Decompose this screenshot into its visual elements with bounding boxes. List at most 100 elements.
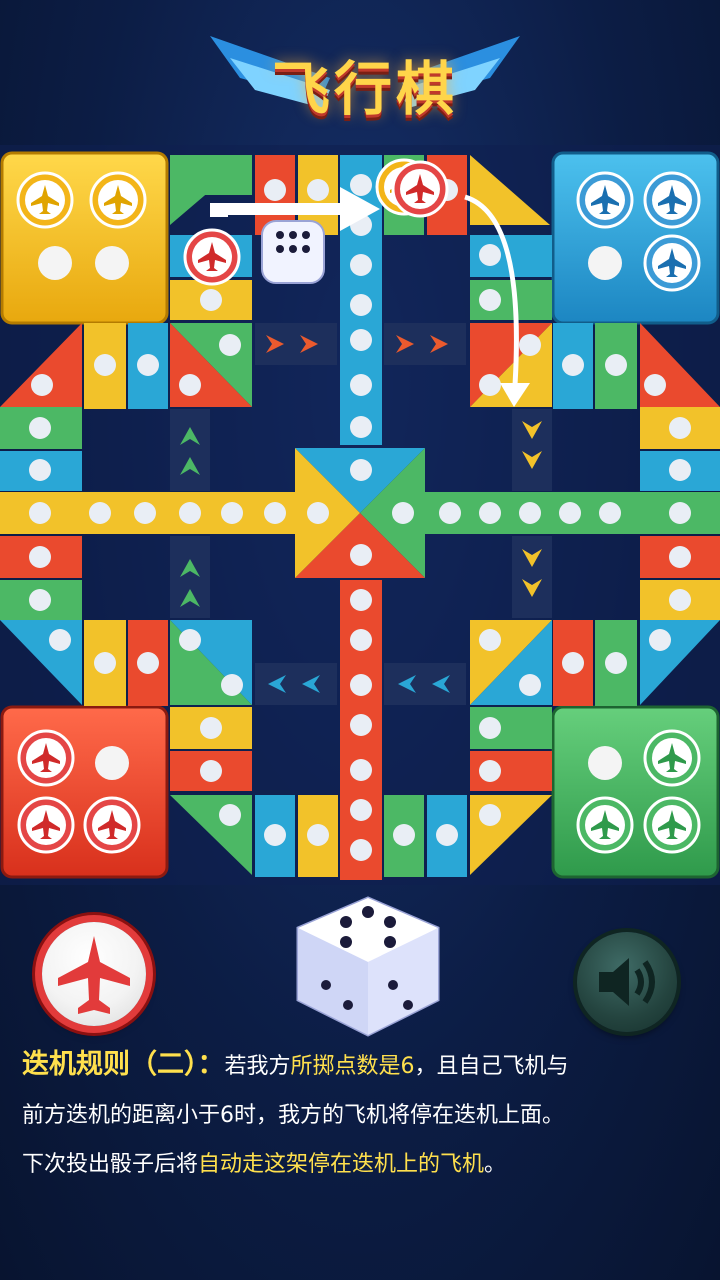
empty-home-slot	[588, 746, 622, 780]
rules-highlight: 所掷点数是6	[290, 1054, 415, 1079]
board-cell-dot	[479, 244, 501, 266]
board-cell-dot	[562, 652, 584, 674]
rules-text-part: 若我方	[224, 1054, 291, 1079]
board-cell-dot	[307, 824, 329, 846]
game-title: 飞行棋	[271, 55, 458, 123]
lane-arrow	[522, 549, 542, 567]
board-cell-dot	[31, 374, 53, 396]
lane-arrow	[398, 675, 416, 693]
sound-toggle-button[interactable]	[577, 932, 677, 1032]
board-cell-dot	[264, 824, 286, 846]
plane-select-button[interactable]	[42, 922, 146, 1026]
speaker-icon	[599, 958, 655, 1006]
board-cell-dot	[179, 374, 201, 396]
dice-pip	[289, 231, 297, 239]
board-cell-dot	[519, 502, 541, 524]
board-cell-dot	[200, 717, 222, 739]
board-cell-dot	[350, 294, 372, 316]
rules-line-3: 下次投出骰子后将自动走这架停在迭机上的飞机。	[22, 1140, 712, 1189]
lane-arrow	[266, 335, 284, 353]
board-cell-dot	[350, 374, 372, 396]
empty-home-slot	[38, 246, 72, 280]
board-cell-dot	[29, 546, 51, 568]
board-cell-dot	[649, 629, 671, 651]
board-cell-dot	[519, 334, 541, 356]
board-pieces	[16, 158, 701, 861]
game-logo: 飞行棋	[210, 28, 520, 128]
dice-icon	[296, 896, 440, 1037]
lane-arrow	[180, 427, 200, 445]
board-cell-dot	[669, 502, 691, 524]
rules-text-part: ，且自己飞机与	[414, 1054, 569, 1079]
board-cell-dot	[134, 502, 156, 524]
board-cell-dot	[479, 289, 501, 311]
board-cell-dot	[599, 502, 621, 524]
board-cell-dot	[669, 417, 691, 439]
board-cell-dot	[350, 674, 372, 696]
board-cell-dot	[219, 804, 241, 826]
guide-arrow-head	[500, 383, 530, 407]
lane-arrow	[522, 451, 542, 469]
board-cell-dot	[350, 589, 372, 611]
rules-highlight: 自动走这架停在迭机上的飞机	[198, 1152, 485, 1177]
board-cell-dot	[307, 502, 329, 524]
dice-pip	[276, 245, 284, 253]
board-cell-dot	[559, 502, 581, 524]
board-cell-dot	[350, 799, 372, 821]
board-cell-dot	[350, 759, 372, 781]
board-cell-dot	[479, 717, 501, 739]
board-cell-dot	[29, 417, 51, 439]
rules-text-part: 下次投出骰子后将	[22, 1152, 199, 1177]
dice-pip	[302, 245, 310, 253]
board-cell-dot	[605, 652, 627, 674]
board-cell-dot	[89, 502, 111, 524]
lane-arrow	[300, 335, 318, 353]
lane-arrow	[180, 589, 200, 607]
board-cell-dot	[350, 254, 372, 276]
lane-arrow	[430, 335, 448, 353]
board-cell-dot	[644, 374, 666, 396]
board-cell-dot	[307, 179, 329, 201]
board-cell-dot	[350, 629, 372, 651]
board-cell-dot	[350, 174, 372, 196]
board-cell-dot	[479, 374, 501, 396]
lane-arrow	[522, 421, 542, 439]
board-cell-dot	[264, 502, 286, 524]
board-cell-dot	[350, 839, 372, 861]
board-cell-dot	[264, 179, 286, 201]
lane-arrow	[268, 675, 286, 693]
board-cell-dot	[350, 416, 372, 438]
board-cell-dot	[94, 354, 116, 376]
rules-line-1: 迭机规则（二）：若我方所掷点数是6，且自己飞机与	[22, 1040, 712, 1091]
rules-line-2: 前方迭机的距离小于6时，我方的飞机将停在迭机上面。	[22, 1103, 564, 1128]
board-cell-dot	[221, 502, 243, 524]
board-cell-dot	[219, 334, 241, 356]
dice-pip	[302, 231, 310, 239]
board-cell-dot	[669, 589, 691, 611]
lane-arrow	[396, 335, 414, 353]
board-cell-dot	[179, 629, 201, 651]
lane-arrow	[180, 457, 200, 475]
board-cell-dot	[29, 589, 51, 611]
lane-arrow	[432, 675, 450, 693]
rules-text-part: 。	[484, 1152, 507, 1177]
empty-home-slot	[588, 246, 622, 280]
board-cell-dot	[137, 652, 159, 674]
board-cell-dot	[350, 329, 372, 351]
board-cell-dot	[29, 502, 51, 524]
roll-dice-button[interactable]	[288, 890, 448, 1040]
board-cell-dot	[479, 760, 501, 782]
dice-pip	[289, 245, 297, 253]
red-plane-icon	[58, 936, 130, 1014]
empty-home-slot	[95, 746, 129, 780]
board-cell-dot	[479, 502, 501, 524]
board-cell-dot	[669, 546, 691, 568]
rules-title: 迭机规则（二）：	[22, 1049, 225, 1080]
board-cell-dot	[200, 289, 222, 311]
board-cell-dot	[350, 714, 372, 736]
board-cell-dot	[519, 674, 541, 696]
game-board	[0, 145, 720, 885]
board-cell-dot	[393, 824, 415, 846]
board-cell-dot	[221, 674, 243, 696]
lane-arrow	[180, 559, 200, 577]
